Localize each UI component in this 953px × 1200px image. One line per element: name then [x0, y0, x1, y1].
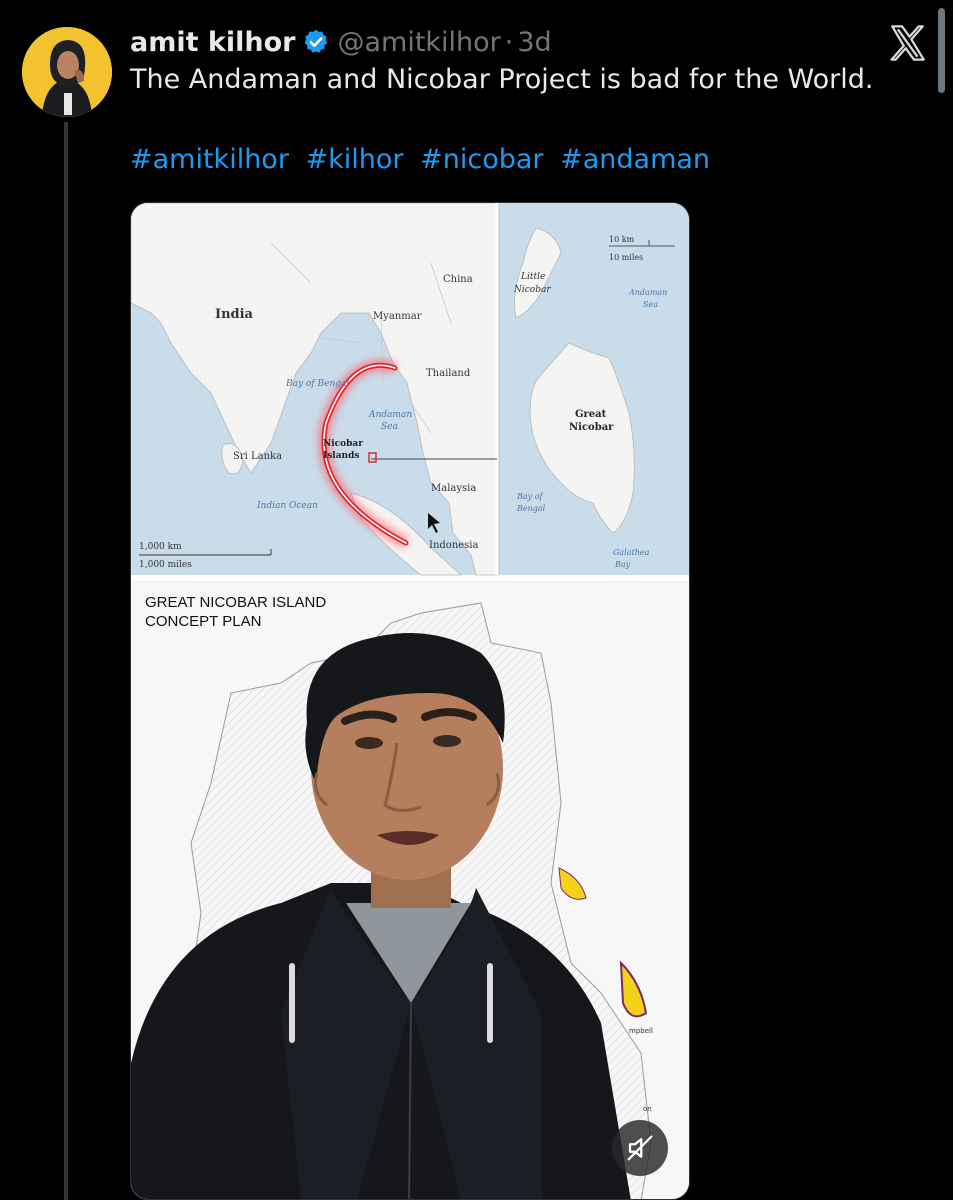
- post-timestamp[interactable]: 3d: [517, 27, 551, 58]
- volume-muted-icon: [627, 1135, 653, 1161]
- inset-label-bay-of: Bay of: [516, 492, 545, 501]
- post-header: amit kilhor @amitkilhor · 3d: [130, 22, 552, 62]
- map-label-nicobar: Nicobar: [323, 439, 363, 449]
- inset-label-bay: Bay: [614, 560, 631, 569]
- inset-scale-miles: 10 miles: [609, 253, 643, 262]
- presenter-figure: [131, 633, 631, 1199]
- verified-badge-icon: [305, 29, 328, 53]
- avatar[interactable]: [22, 27, 112, 117]
- header-separator: ·: [504, 26, 514, 58]
- hashtag-link[interactable]: #andaman: [560, 144, 710, 175]
- hashtag-row: #amitkilhor #kilhor #nicobar #andaman: [130, 144, 718, 175]
- map-label-islands: Islands: [323, 451, 359, 461]
- map-label-andaman-sea-2: Sea: [381, 422, 398, 432]
- hashtag-link[interactable]: #amitkilhor: [130, 144, 289, 175]
- map-label-sri-lanka: Sri Lanka: [233, 451, 282, 462]
- locator-map: India China Myanmar Thailand Sri Lanka M…: [131, 203, 689, 581]
- author-handle[interactable]: @amitkilhor: [337, 27, 500, 58]
- map-graphic: India China Myanmar Thailand Sri Lanka M…: [131, 203, 689, 576]
- map-label-india: India: [215, 307, 254, 322]
- x-logo-icon[interactable]: [887, 22, 929, 64]
- map-label-malaysia: Malaysia: [431, 483, 476, 494]
- map-scale-km: 1,000 km: [139, 542, 182, 552]
- hashtag-link[interactable]: #nicobar: [420, 144, 543, 175]
- map-scale-miles: 1,000 miles: [139, 560, 192, 570]
- thread-connector-line: [64, 122, 68, 1200]
- map-label-bay-of-bengal: Bay of Bengal: [285, 379, 349, 389]
- map-label-indonesia: Indonesia: [429, 540, 479, 551]
- map-label-thailand: Thailand: [426, 368, 471, 379]
- author-name[interactable]: amit kilhor: [130, 27, 295, 58]
- video-media[interactable]: India China Myanmar Thailand Sri Lanka M…: [130, 202, 690, 1200]
- inset-label-great-nicobar: Nicobar: [569, 422, 614, 433]
- hashtag-link[interactable]: #kilhor: [306, 144, 404, 175]
- inset-label-andaman: Andaman: [628, 288, 667, 297]
- map-label-china: China: [443, 274, 473, 285]
- inset-label-little: Little: [520, 272, 545, 282]
- map-label-myanmar: Myanmar: [373, 311, 422, 322]
- inset-label-great: Great: [575, 409, 607, 420]
- concept-plan-panel: GREAT NICOBAR ISLAND CONCEPT PLAN mpbell…: [131, 583, 689, 1199]
- map-label-andaman-sea: Andaman: [368, 410, 412, 420]
- inset-label-little-nicobar: Nicobar: [513, 285, 551, 295]
- inset-label-galathea: Galathea: [613, 548, 650, 557]
- inset-label-sea: Sea: [643, 300, 658, 309]
- inset-scale-km: 10 km: [609, 235, 635, 244]
- scrollbar-thumb[interactable]: [938, 8, 945, 93]
- post-text: The Andaman and Nicobar Project is bad f…: [130, 64, 874, 95]
- inset-label-bengal: Bengal: [516, 504, 546, 513]
- mute-button[interactable]: [612, 1120, 668, 1176]
- map-label-indian-ocean: Indian Ocean: [256, 501, 318, 511]
